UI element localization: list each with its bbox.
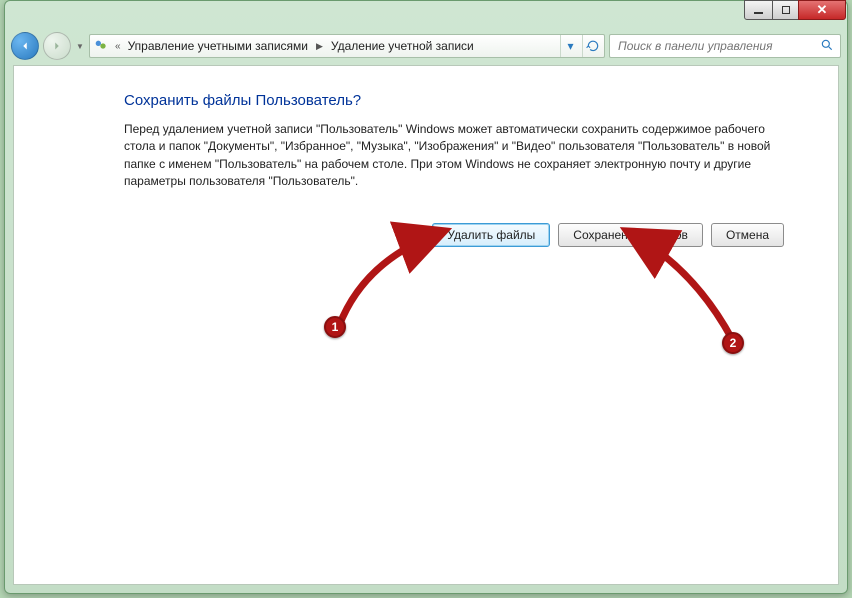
content-area: Сохранить файлы Пользователь? Перед удал… <box>13 65 839 585</box>
address-dropdown-button[interactable]: ▾ <box>560 35 580 57</box>
window-controls: ✕ <box>745 0 846 20</box>
search-box[interactable] <box>609 34 841 58</box>
control-panel-window: ✕ ▼ « Управление учетными записями ▶ Уда… <box>4 0 848 594</box>
dialog-button-row: Удалить файлы Сохранение файлов Отмена <box>124 223 784 247</box>
search-icon[interactable] <box>820 38 834 55</box>
breadcrumb-level2[interactable]: Удаление учетной записи <box>329 39 476 53</box>
search-input[interactable] <box>616 38 820 54</box>
navigation-bar: ▼ « Управление учетными записями ▶ Удале… <box>5 29 847 63</box>
forward-button[interactable] <box>43 32 71 60</box>
cancel-button[interactable]: Отмена <box>711 223 784 247</box>
nav-history-dropdown[interactable]: ▼ <box>75 32 85 60</box>
page-description: Перед удалением учетной записи "Пользова… <box>124 121 784 191</box>
keep-files-button[interactable]: Сохранение файлов <box>558 223 703 247</box>
breadcrumb-overflow-icon[interactable]: « <box>112 41 124 52</box>
annotation-marker-1: 1 <box>324 316 346 338</box>
page-title: Сохранить файлы Пользователь? <box>124 92 798 109</box>
close-button[interactable]: ✕ <box>798 0 846 20</box>
breadcrumb-level1[interactable]: Управление учетными записями <box>126 39 310 53</box>
titlebar: ✕ <box>5 1 847 29</box>
minimize-button[interactable] <box>744 0 773 20</box>
breadcrumb-separator-icon[interactable]: ▶ <box>312 41 327 52</box>
delete-files-button[interactable]: Удалить файлы <box>432 223 550 247</box>
maximize-button[interactable] <box>772 0 799 20</box>
address-bar[interactable]: « Управление учетными записями ▶ Удалени… <box>89 34 605 58</box>
annotation-marker-2: 2 <box>722 332 744 354</box>
refresh-button[interactable] <box>582 35 602 57</box>
back-button[interactable] <box>11 32 39 60</box>
user-accounts-icon <box>92 37 110 55</box>
